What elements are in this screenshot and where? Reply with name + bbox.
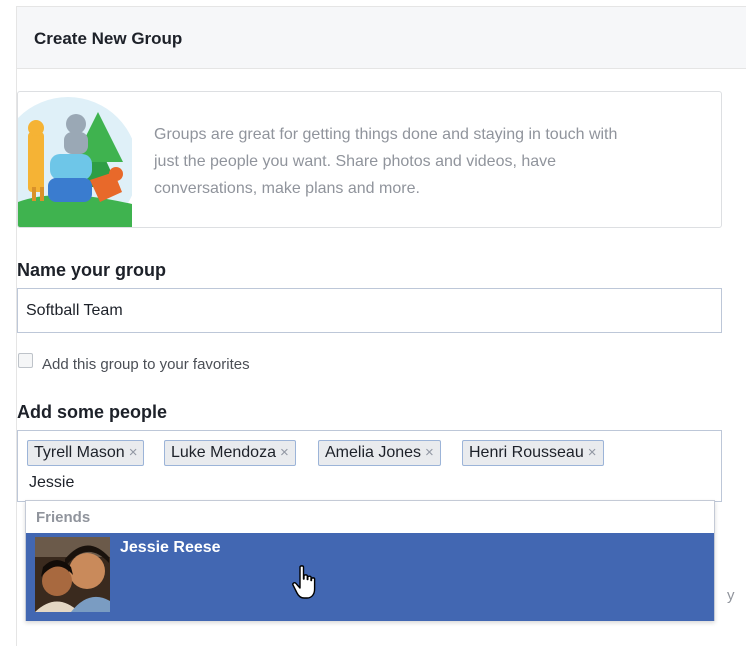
remove-token-icon[interactable]: × (588, 444, 597, 461)
intro-card: Groups are great for getting things done… (17, 91, 722, 228)
favorites-checkbox[interactable] (18, 353, 33, 368)
group-illustration-icon (18, 97, 132, 227)
people-search-text[interactable]: Jessie (29, 474, 74, 492)
typeahead-result-item[interactable]: Jessie Reese (26, 533, 714, 621)
person-token: Tyrell Mason × (27, 440, 145, 466)
person-token: Amelia Jones × (318, 440, 441, 466)
group-name-input[interactable] (17, 288, 722, 333)
remove-token-icon[interactable]: × (425, 444, 434, 461)
intro-description: Groups are great for getting things done… (154, 126, 618, 197)
obscured-privacy-text: y (727, 587, 735, 604)
result-name: Jessie Reese (120, 539, 221, 556)
favorites-label[interactable]: Add this group to your favorites (42, 356, 250, 373)
token-name: Henri Rousseau (469, 444, 584, 461)
friend-avatar (35, 537, 110, 612)
person-token: Luke Mendoza × (164, 440, 296, 466)
token-name: Amelia Jones (325, 444, 422, 461)
remove-token-icon[interactable]: × (280, 444, 289, 461)
remove-token-icon[interactable]: × (129, 444, 138, 461)
token-name: Luke Mendoza (171, 444, 276, 461)
token-name: Tyrell Mason (34, 444, 125, 461)
dialog-header: Create New Group (17, 7, 746, 69)
add-people-label: Add some people (17, 402, 168, 422)
dialog-title: Create New Group (34, 29, 183, 48)
person-token: Henri Rousseau × (462, 440, 604, 466)
hand-pointer-icon (292, 565, 316, 599)
people-typeahead-dropdown: Friends Jessie Reese (25, 500, 715, 621)
add-people-input[interactable]: Tyrell Mason × Luke Mendoza × Amelia Jones… (17, 430, 722, 502)
typeahead-section-header: Friends (36, 509, 91, 526)
name-group-label: Name your group (17, 260, 167, 280)
